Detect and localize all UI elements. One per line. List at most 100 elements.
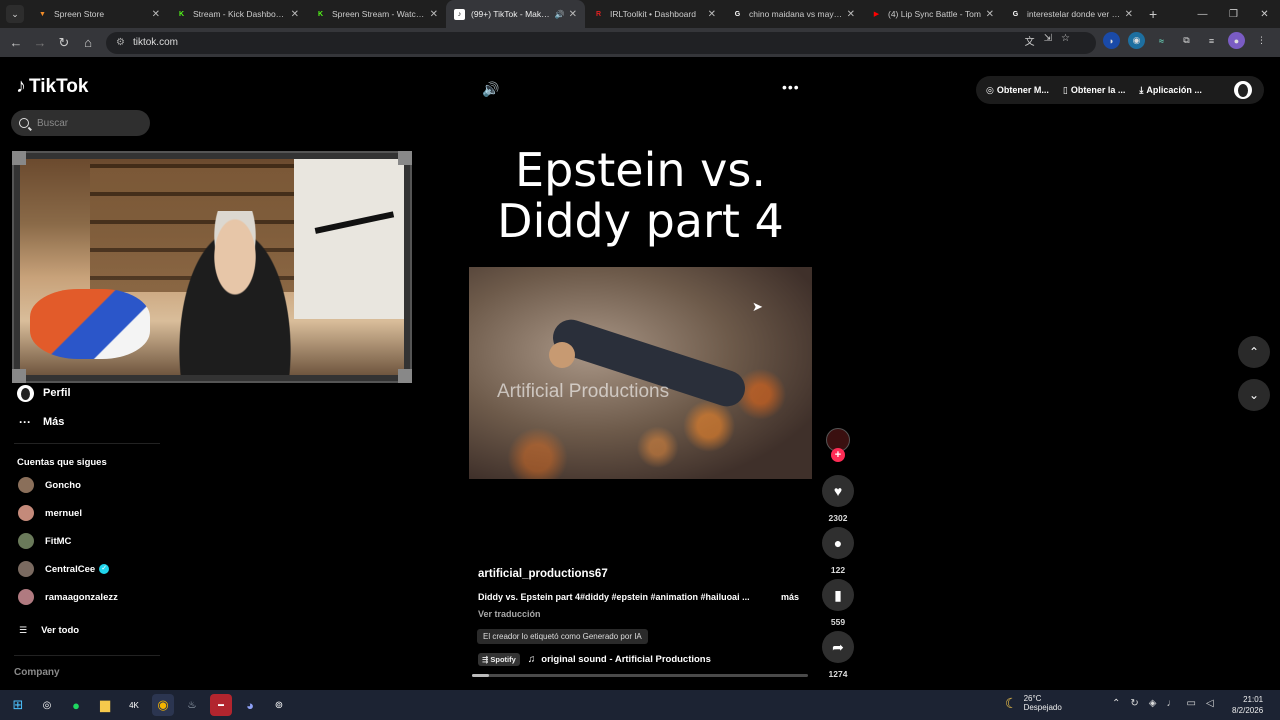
close-tab-icon[interactable]: ✕: [708, 9, 716, 20]
more-dots-icon: ···: [19, 415, 31, 429]
reload-button[interactable]: ↻: [52, 35, 76, 51]
weather-widget[interactable]: ☾ 26°C Despejado: [1005, 694, 1062, 712]
steam-icon[interactable]: ♨: [181, 694, 203, 716]
profile-avatar[interactable]: ●: [1228, 32, 1245, 49]
reading-list-icon[interactable]: ≡: [1203, 32, 1220, 49]
video-more-options-icon[interactable]: •••: [782, 79, 800, 95]
extensions-puzzle-icon[interactable]: ⧉: [1178, 32, 1195, 49]
microphone-icon[interactable]: ♩: [1166, 698, 1176, 709]
browser-tab[interactable]: ▼ Spreen Store ✕: [29, 0, 168, 28]
windows-start-icon[interactable]: ⊞: [7, 694, 29, 716]
following-item[interactable]: ramaagonzalezz: [18, 589, 118, 605]
browser-tab[interactable]: K Spreen Stream - Watch Li ✕: [307, 0, 446, 28]
comment-action[interactable]: ● 122: [822, 527, 854, 575]
music-note-icon: ♫: [527, 654, 536, 665]
avatar: [18, 589, 34, 605]
like-action[interactable]: ♥ 2302: [822, 475, 854, 523]
sync-icon[interactable]: ↻: [1130, 698, 1138, 709]
close-tab-icon[interactable]: ✕: [569, 9, 577, 20]
browser-tab[interactable]: Ginterestelar donde ver - B ✕: [1002, 0, 1141, 28]
tab-audio-icon[interactable]: 🔊: [555, 10, 565, 19]
app-icon-red[interactable]: ▬: [210, 694, 232, 716]
save-action[interactable]: ▮ 559: [822, 579, 854, 627]
tiktok-logo[interactable]: ♪ TikTok: [16, 75, 88, 98]
site-info-icon[interactable]: ⚙: [116, 37, 125, 48]
close-tab-icon[interactable]: ✕: [986, 9, 994, 20]
file-explorer-icon[interactable]: ▆: [94, 694, 116, 716]
spotify-app-icon[interactable]: ●: [65, 694, 87, 716]
video-progress-bar[interactable]: [472, 674, 808, 677]
new-tab-button[interactable]: +: [1149, 6, 1157, 22]
temperature: 26°C: [1023, 694, 1042, 703]
browser-menu-icon[interactable]: ⋮: [1253, 32, 1270, 49]
following-item[interactable]: mernuel: [18, 505, 82, 521]
4k-app-icon[interactable]: 4K: [123, 694, 145, 716]
widgets-icon[interactable]: ◎: [36, 694, 58, 716]
share-action[interactable]: ➦ 1274: [822, 631, 854, 679]
following-item[interactable]: Goncho: [18, 477, 81, 493]
share-icon[interactable]: ➦: [822, 631, 854, 663]
speaker-icon[interactable]: ◁: [1206, 698, 1214, 709]
extension-icon-1[interactable]: ◗: [1103, 32, 1120, 49]
install-icon[interactable]: ⇲: [1044, 33, 1052, 48]
tab-search-dropdown[interactable]: ⌄: [6, 5, 24, 23]
app-icon-circle[interactable]: ⊚: [268, 694, 290, 716]
minimize-button[interactable]: —: [1187, 9, 1218, 20]
search-input[interactable]: Buscar: [11, 110, 150, 136]
home-button[interactable]: ⌂: [76, 35, 100, 50]
follow-plus-button[interactable]: +: [831, 448, 845, 462]
sidebar-item-profile[interactable]: Perfil: [16, 384, 71, 402]
volume-icon[interactable]: 🔊: [482, 81, 499, 98]
defender-icon[interactable]: ◈: [1149, 698, 1157, 709]
browser-tab[interactable]: ♪ (99+) TikTok - Make Yo 🔊 ✕: [446, 0, 585, 28]
network-icon[interactable]: ▭: [1186, 698, 1195, 709]
back-button[interactable]: ←: [4, 35, 28, 50]
comment-icon[interactable]: ●: [822, 527, 854, 559]
close-tab-icon[interactable]: ✕: [847, 9, 855, 20]
caption-more-link[interactable]: más: [781, 592, 799, 602]
close-tab-icon[interactable]: ✕: [1125, 9, 1133, 20]
close-tab-icon[interactable]: ✕: [291, 9, 299, 20]
get-app-button[interactable]: ▯ Obtener la ...: [1063, 85, 1125, 96]
extensions-area: ◗ ◉ ≈ ⧉ ≡ ● ⋮: [1103, 32, 1270, 49]
previous-video-button[interactable]: ⌃: [1238, 336, 1270, 368]
clock[interactable]: 21:01 8/2/2026: [1232, 694, 1263, 716]
following-item[interactable]: FitMC: [18, 533, 71, 549]
next-video-button[interactable]: ⌄: [1238, 379, 1270, 411]
spotify-badge[interactable]: ⇶ Spotify: [478, 653, 520, 666]
heart-icon[interactable]: ♥: [822, 475, 854, 507]
browser-tab[interactable]: R IRLToolkit • Dashboard ✕: [585, 0, 724, 28]
company-link[interactable]: Company: [14, 667, 60, 678]
spotify-label: Spotify: [490, 655, 516, 664]
bookmark-icon[interactable]: ▮: [822, 579, 854, 611]
video-author[interactable]: artificial_productions67: [478, 568, 608, 580]
sidebar-item-more[interactable]: ··· Más: [16, 413, 64, 431]
close-window-button[interactable]: ✕: [1249, 9, 1280, 20]
forward-button[interactable]: →: [28, 35, 52, 50]
desktop-app-button[interactable]: ⤓ Aplicación ...: [1139, 85, 1202, 96]
address-bar[interactable]: ⚙ tiktok.com: [106, 31, 1096, 54]
see-all-link[interactable]: ☰ Ver todo: [19, 625, 79, 636]
following-item[interactable]: CentralCee ✓: [18, 561, 110, 577]
browser-tab[interactable]: ▶ (4) Lip Sync Battle - Tom ✕: [863, 0, 1002, 28]
browser-tab[interactable]: K Stream - Kick Dashboard ✕: [168, 0, 307, 28]
get-coins-button[interactable]: ◎ Obtener M...: [986, 85, 1049, 96]
translate-icon[interactable]: 文: [1025, 33, 1035, 48]
browser-tab[interactable]: Gchino maidana vs maywe ✕: [724, 0, 863, 28]
discord-icon[interactable]: ◕: [239, 694, 261, 716]
tab-title: chino maidana vs maywe: [749, 9, 843, 19]
extension-icon-2[interactable]: ◉: [1128, 32, 1145, 49]
chrome-icon[interactable]: ◉: [152, 694, 174, 716]
extension-icon-3[interactable]: ≈: [1153, 32, 1170, 49]
tab-favicon-icon: ♪: [454, 8, 465, 20]
bookmark-star-icon[interactable]: ☆: [1061, 33, 1070, 48]
music-row[interactable]: ⇶ Spotify ♫ original sound - Artificial …: [478, 653, 711, 666]
tray-chevron-icon[interactable]: ⌃: [1112, 698, 1120, 709]
translate-link[interactable]: Ver traducción: [478, 609, 541, 619]
close-tab-icon[interactable]: ✕: [430, 9, 438, 20]
restore-button[interactable]: ❐: [1218, 9, 1249, 20]
user-avatar[interactable]: [1234, 81, 1252, 99]
tab-title: interestelar donde ver - B: [1027, 9, 1121, 19]
sound-name: original sound - Artificial Productions: [541, 654, 711, 665]
close-tab-icon[interactable]: ✕: [152, 9, 160, 20]
